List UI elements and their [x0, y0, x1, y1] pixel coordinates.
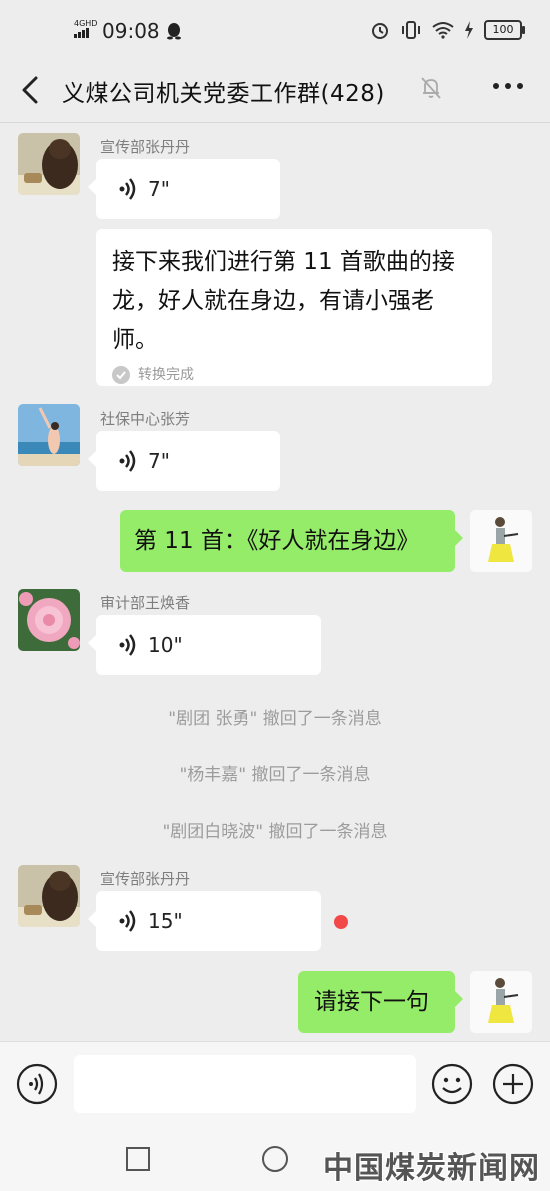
sender-name: 社保中心张芳: [100, 410, 191, 428]
avatar-zhang-dandan[interactable]: [18, 133, 80, 195]
converted-text-line: 龙，好人就在身边，有请小强老: [112, 288, 434, 314]
mute-indicator: [420, 76, 442, 104]
home-icon: [262, 1146, 288, 1172]
recall-notice: "剧团白晓波" 撤回了一条消息: [162, 822, 388, 842]
status-bar: 4GHD 09:08 100: [0, 0, 550, 62]
voice-duration: 7": [148, 177, 170, 201]
avatar-self[interactable]: [470, 971, 532, 1033]
emoji-button[interactable]: [431, 1063, 473, 1109]
avatar-self[interactable]: [470, 510, 532, 572]
voice-message[interactable]: 15": [88, 891, 321, 951]
self-text-message[interactable]: 第 11 首：《好人就在身边》: [120, 510, 463, 572]
message-text: 请接下一句: [314, 989, 429, 1015]
charging-icon: [465, 21, 473, 39]
check-circle-icon: [112, 366, 130, 384]
alarm-icon: [372, 23, 388, 39]
clock: 09:08: [102, 19, 160, 43]
chat-title: 义煤公司机关党委工作群(428): [62, 81, 385, 107]
voice-message[interactable]: 10": [88, 615, 321, 675]
converted-text-line: 师。: [112, 327, 158, 353]
voice-duration: 15": [148, 909, 183, 933]
network-label: 4GHD: [74, 19, 98, 28]
home-button[interactable]: [261, 1145, 289, 1177]
voice-wave-icon: [119, 910, 136, 932]
battery-indicator: 100: [484, 20, 525, 40]
back-arrow-icon: [22, 76, 38, 104]
chat-header: 义煤公司机关党委工作群(428): [0, 62, 550, 123]
plus-icon: [492, 1063, 534, 1105]
self-text-message[interactable]: 请接下一句: [298, 971, 463, 1033]
unread-voice-dot: [334, 915, 348, 929]
voice-message[interactable]: 7": [88, 159, 280, 219]
voice-duration: 10": [148, 633, 183, 657]
message-input[interactable]: [74, 1055, 416, 1113]
conversion-status: 转换完成: [138, 367, 194, 383]
voice-wave-icon: [119, 634, 136, 656]
voice-input-button[interactable]: [16, 1063, 58, 1109]
more-functions-button[interactable]: [492, 1063, 534, 1109]
recent-apps-icon: [126, 1147, 150, 1171]
emoji-icon: [431, 1063, 473, 1105]
message-text: 第 11 首：《好人就在身边》: [134, 528, 420, 554]
recall-notice: "剧团 张勇" 撤回了一条消息: [168, 709, 382, 729]
converted-text-line: 接下来我们进行第 11 首歌曲的接: [112, 249, 455, 275]
back-button[interactable]: [18, 72, 42, 112]
sender-name: 宣传部张丹丹: [100, 138, 191, 156]
voice-wave-icon: [119, 450, 136, 472]
system-nav-bar: 中国煤炭新闻网: [0, 1125, 550, 1191]
voice-input-icon: [16, 1063, 58, 1105]
wifi-icon: [432, 22, 454, 39]
avatar-zhang-fang[interactable]: [18, 404, 80, 466]
more-icon: [493, 83, 523, 89]
network-indicator: 4GHD: [74, 19, 98, 38]
avatar-wang-huanxiang[interactable]: [18, 589, 80, 651]
more-button[interactable]: [492, 74, 524, 102]
voice-duration: 7": [148, 449, 170, 473]
voice-message[interactable]: 7": [88, 431, 280, 491]
sender-name: 审计部王焕香: [100, 594, 191, 612]
recall-notice: "杨丰嘉" 撤回了一条消息: [179, 765, 371, 785]
input-bar: [0, 1041, 550, 1126]
voice-to-text-bubble[interactable]: 接下来我们进行第 11 首歌曲的接 龙，好人就在身边，有请小强老 师。 转换完成: [96, 229, 492, 386]
voice-wave-icon: [119, 178, 136, 200]
sender-name: 宣传部张丹丹: [100, 870, 191, 888]
mute-bell-icon: [421, 77, 441, 99]
signal-icon: [74, 28, 96, 38]
message-list[interactable]: 宣传部张丹丹 7" 接下来我们进行第 11 首歌曲的接 龙，好人就在身边，有请小…: [0, 123, 550, 1041]
vibrate-icon: [402, 21, 420, 39]
recent-apps-button[interactable]: [126, 1147, 150, 1175]
avatar-zhang-dandan[interactable]: [18, 865, 80, 927]
watermark: 中国煤炭新闻网: [323, 1151, 540, 1186]
qq-penguin-icon: [166, 23, 181, 40]
